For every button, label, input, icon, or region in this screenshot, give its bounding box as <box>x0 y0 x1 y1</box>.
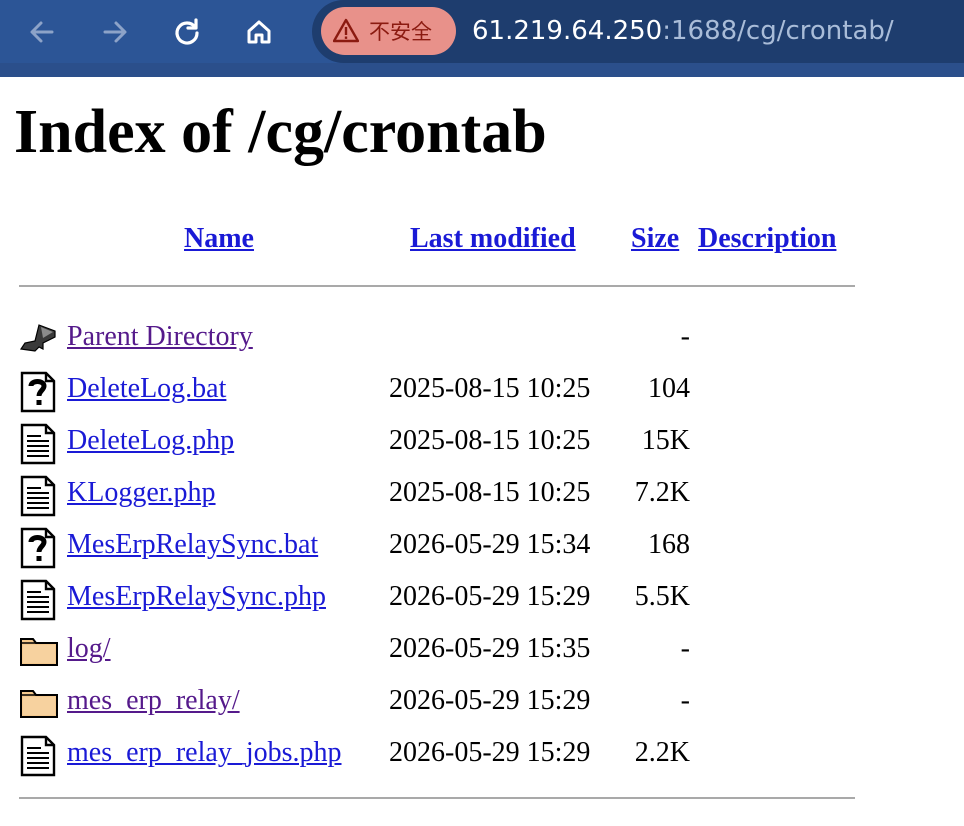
arrow-right-icon <box>103 21 127 43</box>
file-modified: 2026-05-29 15:35 <box>389 633 591 664</box>
unknown-file-icon <box>19 527 57 569</box>
back-button[interactable] <box>22 12 62 52</box>
url-host: 61.219.64.250 <box>472 16 663 46</box>
file-size: 15K <box>641 425 690 456</box>
file-modified: 2025-08-15 10:25 <box>389 477 591 508</box>
file-link[interactable]: Parent Directory <box>67 317 253 357</box>
folder-icon <box>19 631 58 671</box>
file-row: DeleteLog.php 2025-08-15 10:25 15K <box>0 415 900 467</box>
reload-icon <box>175 18 199 45</box>
toolbar-bottom-strip <box>0 63 964 77</box>
home-icon <box>247 20 271 44</box>
file-row: mes_erp_relay_jobs.php 2026-05-29 15:29 2.… <box>0 727 900 779</box>
home-button[interactable] <box>239 12 279 52</box>
divider-bottom <box>19 797 855 799</box>
file-link[interactable]: KLogger.php <box>67 473 216 513</box>
file-row: Parent Directory - <box>0 311 900 363</box>
url-path: :1688/cg/crontab/ <box>662 16 894 46</box>
file-size: 5.5K <box>634 581 690 612</box>
arrow-left-icon <box>30 21 54 43</box>
file-modified: 2026-05-29 15:34 <box>389 529 591 560</box>
file-link[interactable]: MesErpRelaySync.php <box>67 577 326 617</box>
column-header-size[interactable]: Size <box>631 222 679 256</box>
security-label: 不安全 <box>369 20 432 44</box>
file-link[interactable]: DeleteLog.bat <box>67 369 226 409</box>
file-link[interactable]: log/ <box>67 629 111 669</box>
file-row: log/2026-05-29 15:35 - <box>0 623 900 675</box>
file-modified: 2025-08-15 10:25 <box>389 373 591 404</box>
file-modified: 2026-05-29 15:29 <box>389 581 591 612</box>
file-size: 104 <box>648 373 690 404</box>
file-size: - <box>680 685 690 716</box>
file-link[interactable]: mes_erp_relay/ <box>67 681 240 721</box>
file-row: MesErpRelaySync.php 2026-05-29 15:29 5.5K <box>0 571 900 623</box>
file-size: 7.2K <box>634 477 690 508</box>
file-modified: 2025-08-15 10:25 <box>389 425 591 456</box>
file-link[interactable]: DeleteLog.php <box>67 421 234 461</box>
forward-button[interactable] <box>95 12 135 52</box>
security-chip[interactable]: 不安全 <box>321 7 456 55</box>
folder-icon <box>19 683 58 723</box>
file-row: KLogger.php 2025-08-15 10:25 7.2K <box>0 467 900 519</box>
file-size: 2.2K <box>634 737 690 768</box>
divider-top <box>19 285 855 287</box>
text-file-icon <box>19 735 57 777</box>
url-text[interactable]: 61.219.64.250:1688/cg/crontab/ <box>472 13 894 49</box>
column-header-last-modified[interactable]: Last modified <box>410 222 576 256</box>
text-file-icon <box>19 475 57 517</box>
warning-icon <box>333 18 359 43</box>
column-header-name[interactable]: Name <box>184 222 254 256</box>
file-link[interactable]: mes_erp_relay_jobs.php <box>67 733 342 773</box>
text-file-icon <box>19 423 57 465</box>
column-header-description[interactable]: Description <box>698 222 836 256</box>
back-icon <box>19 319 57 359</box>
page-title: Index of /cg/crontab <box>14 98 547 166</box>
text-file-icon <box>19 579 57 621</box>
reload-button[interactable] <box>167 12 207 52</box>
file-row: MesErpRelaySync.bat 2026-05-29 15:34 168 <box>0 519 900 571</box>
file-size: - <box>680 633 690 664</box>
file-size: - <box>680 321 690 352</box>
file-modified: 2026-05-29 15:29 <box>389 685 591 716</box>
file-link[interactable]: MesErpRelaySync.bat <box>67 525 318 565</box>
file-row: DeleteLog.bat 2025-08-15 10:25 104 <box>0 363 900 415</box>
file-modified: 2026-05-29 15:29 <box>389 737 591 768</box>
file-row: mes_erp_relay/2026-05-29 15:29 - <box>0 675 900 727</box>
unknown-file-icon <box>19 371 57 413</box>
file-size: 168 <box>648 529 690 560</box>
